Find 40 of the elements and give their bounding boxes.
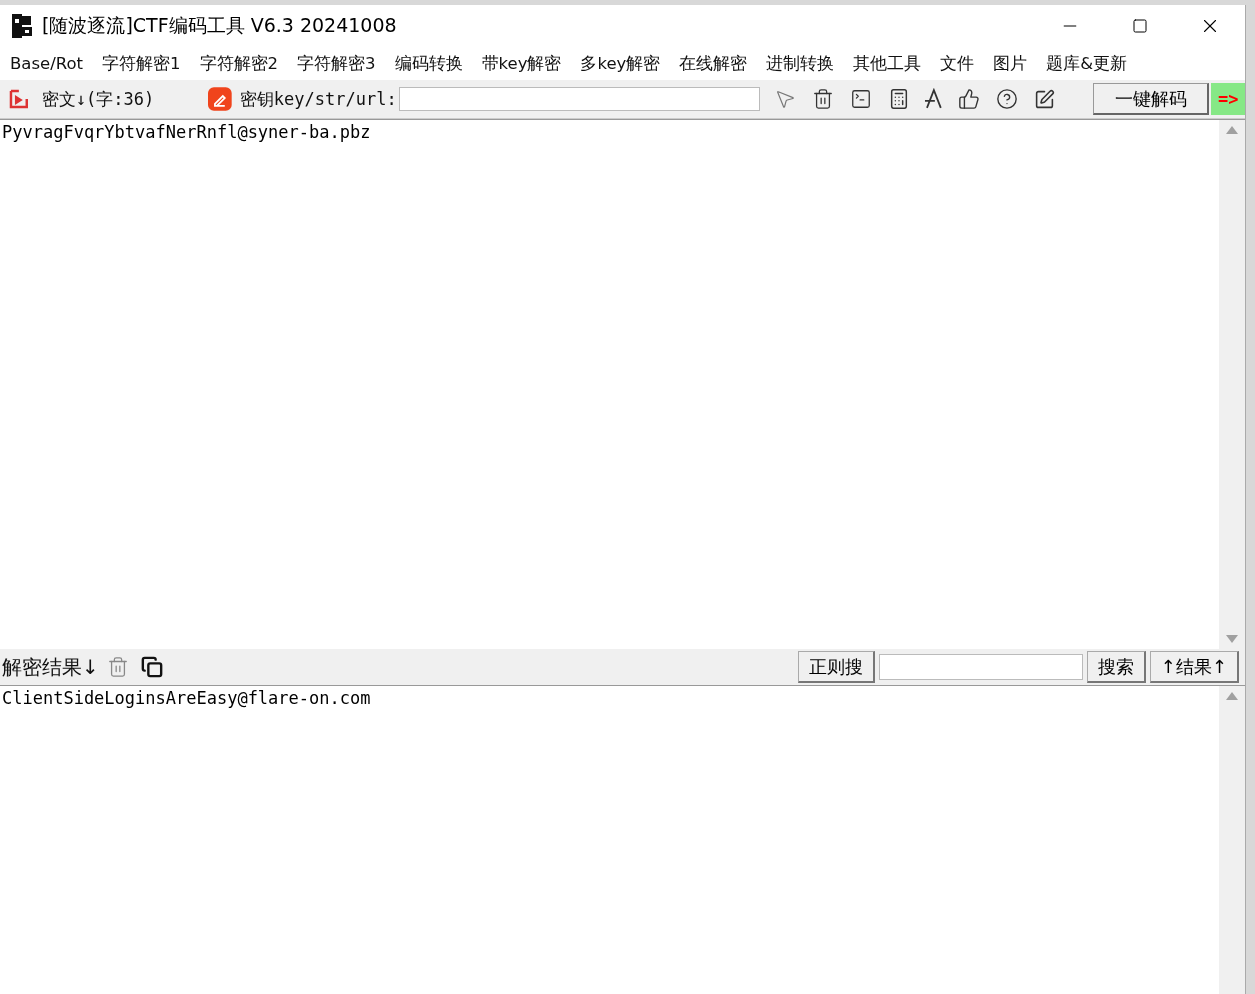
menu-item[interactable]: 字符解密1 <box>102 52 181 75</box>
menu-item[interactable]: 带key解密 <box>481 52 562 75</box>
terminal-icon[interactable] <box>850 88 872 110</box>
menu-item[interactable]: 在线解密 <box>679 52 748 75</box>
menu-item[interactable]: 编码转换 <box>394 52 463 75</box>
thumbs-up-icon[interactable] <box>957 88 980 110</box>
window-title: [随波逐流]CTF编码工具 V6.3 20241008 <box>42 13 398 38</box>
search-button[interactable]: 搜索 <box>1086 651 1146 683</box>
calculator-icon[interactable] <box>888 88 910 110</box>
result-up-button[interactable]: ↑结果↑ <box>1149 651 1239 683</box>
decode-button[interactable]: 一键解码 <box>1092 83 1210 115</box>
pointer-icon[interactable] <box>774 88 796 110</box>
search-input[interactable] <box>878 654 1083 680</box>
cipher-text-area[interactable]: PyvragFvqrYbtvafNerRnfl@syner-ba.pbz <box>0 119 1219 649</box>
eraser-icon[interactable] <box>208 87 232 111</box>
menu-item[interactable]: 图片 <box>993 52 1028 75</box>
menu-item[interactable]: 多key解密 <box>580 52 661 75</box>
menu-item[interactable]: 题库&更新 <box>1046 52 1128 75</box>
edit-icon[interactable] <box>1033 88 1055 110</box>
menu-item[interactable]: 进制转换 <box>766 52 835 75</box>
menu-item[interactable]: 字符解密3 <box>297 52 376 75</box>
menu-item[interactable]: Base/Rot <box>10 54 84 73</box>
menu-item[interactable]: 其他工具 <box>853 52 922 75</box>
scroll-up-icon[interactable] <box>1226 126 1238 134</box>
key-label: 密钥key/str/url: <box>239 87 397 111</box>
result-label: 解密结果↓ <box>2 653 99 681</box>
cipher-label: 密文↓(字:36) <box>41 87 155 111</box>
key-input[interactable] <box>398 87 760 111</box>
help-icon[interactable] <box>995 88 1018 110</box>
regex-search-button[interactable]: 正则搜 <box>797 651 875 683</box>
letter-a-icon[interactable] <box>924 88 944 110</box>
import-icon[interactable] <box>8 88 30 110</box>
scroll-down-icon[interactable] <box>1226 635 1238 643</box>
trash-icon[interactable] <box>812 88 834 110</box>
result-text-area[interactable]: ClientSideLoginsAreEasy@flare-on.com <box>0 685 1219 994</box>
copy-icon[interactable] <box>140 656 163 678</box>
maximize-icon[interactable] <box>1132 18 1148 34</box>
menu-item[interactable]: 字符解密2 <box>199 52 279 75</box>
menu-item[interactable]: 文件 <box>940 52 975 75</box>
scroll-up-icon[interactable] <box>1226 692 1238 700</box>
